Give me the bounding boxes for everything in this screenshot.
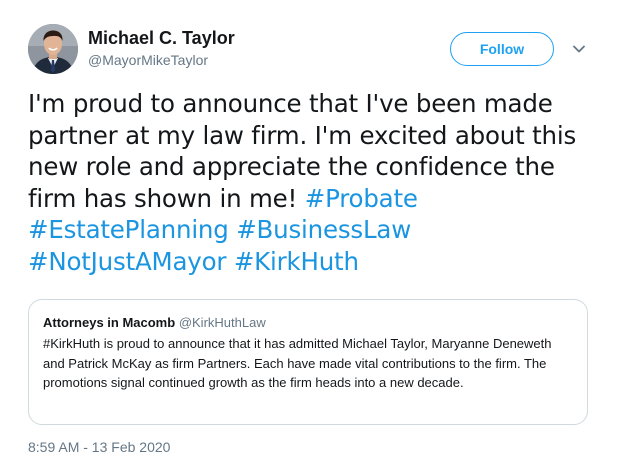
chevron-down-icon (573, 45, 585, 53)
hashtag-link[interactable]: #BusinessLaw (236, 215, 411, 244)
quoted-tweet-text: #KirkHuth is proud to announce that it h… (43, 336, 552, 390)
tweet-text: I'm proud to announce that I've been mad… (28, 88, 598, 277)
quoted-author-handle: @KirkHuthLaw (178, 315, 266, 330)
hashtag-link[interactable]: #KirkHuth (234, 247, 359, 276)
author-avatar[interactable] (28, 24, 78, 74)
quoted-author-name: Attorneys in Macomb (43, 315, 176, 330)
more-options-button[interactable] (570, 40, 588, 58)
quoted-tweet-header: Attorneys in Macomb @KirkHuthLaw (43, 314, 573, 332)
author-handle[interactable]: @MayorMikeTaylor (88, 52, 208, 68)
author-name[interactable]: Michael C. Taylor (88, 28, 235, 49)
tweet-card: Michael C. Taylor @MayorMikeTaylor Follo… (0, 0, 621, 465)
hashtag-link[interactable]: #EstatePlanning (28, 215, 229, 244)
follow-button[interactable]: Follow (450, 32, 554, 66)
quoted-tweet[interactable]: Attorneys in Macomb @KirkHuthLaw #KirkHu… (28, 299, 588, 425)
tweet-timestamp[interactable]: 8:59 AM - 13 Feb 2020 (28, 439, 170, 455)
hashtag-link[interactable]: #NotJustAMayor (28, 247, 226, 276)
profile-photo (28, 24, 78, 74)
hashtag-link[interactable]: #Probate (305, 184, 418, 213)
tweet-body-text: I'm proud to announce that I've been mad… (28, 89, 577, 213)
